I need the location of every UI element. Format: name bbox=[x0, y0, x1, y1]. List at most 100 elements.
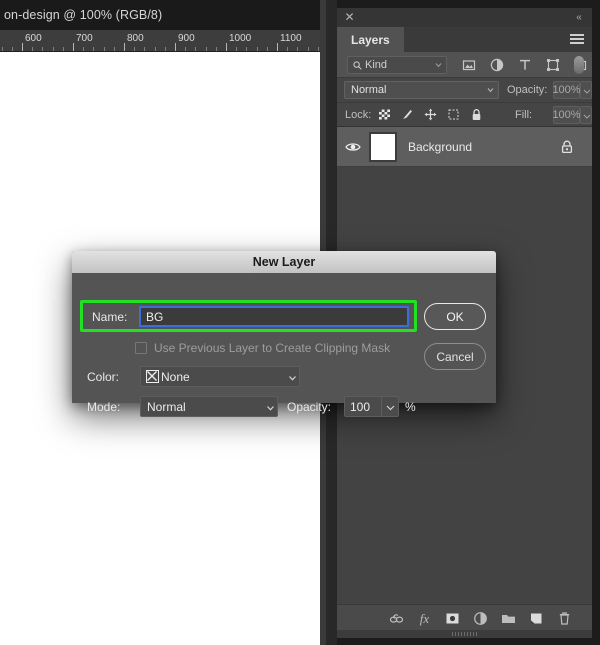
lock-artboard-icon[interactable] bbox=[446, 107, 461, 122]
panel-resize-grip[interactable] bbox=[337, 630, 592, 638]
color-dropdown[interactable]: None bbox=[140, 366, 300, 387]
blend-mode-value: Normal bbox=[351, 84, 387, 96]
lock-position-icon[interactable] bbox=[423, 107, 438, 122]
layer-name: Background bbox=[408, 139, 473, 154]
eye-icon bbox=[345, 142, 361, 151]
fill-stepper[interactable] bbox=[580, 106, 592, 124]
filter-kind-label: Kind bbox=[365, 59, 388, 71]
ruler-tick-minor bbox=[144, 47, 145, 51]
delete-layer-icon[interactable] bbox=[556, 610, 573, 627]
new-adjustment-layer-icon[interactable] bbox=[472, 610, 489, 627]
filter-kind-dropdown[interactable]: Kind bbox=[347, 56, 447, 74]
grip-dot bbox=[455, 632, 456, 636]
lock-label: Lock: bbox=[345, 109, 372, 121]
ruler-tick-minor bbox=[32, 47, 33, 51]
ruler-tick-minor bbox=[318, 47, 319, 51]
lock-image-icon[interactable] bbox=[400, 107, 415, 122]
pixel-filter-icon[interactable] bbox=[461, 57, 477, 73]
search-icon bbox=[353, 60, 362, 70]
panel-opacity-value[interactable]: 100% bbox=[552, 81, 581, 99]
ruler-tick-major bbox=[277, 43, 278, 51]
ruler-tick-minor bbox=[308, 47, 309, 51]
clipping-mask-checkbox[interactable] bbox=[135, 342, 147, 354]
ruler-tick-minor bbox=[216, 47, 217, 51]
ruler-label: 900 bbox=[178, 33, 195, 44]
grip-dot bbox=[473, 632, 474, 636]
layer-filter-row: Kind bbox=[337, 52, 592, 78]
mode-value: Normal bbox=[147, 399, 186, 414]
chevron-down-icon bbox=[435, 62, 442, 69]
panel-opacity-stepper[interactable] bbox=[580, 81, 592, 99]
collapse-panel-icon[interactable]: « bbox=[572, 11, 586, 24]
ok-button[interactable]: OK bbox=[424, 303, 486, 330]
cancel-button[interactable]: Cancel bbox=[424, 343, 486, 370]
ruler-tick-minor bbox=[236, 47, 237, 51]
ruler-tick-minor bbox=[206, 47, 207, 51]
layer-style-fx-icon[interactable]: fx bbox=[416, 610, 433, 627]
grip-dot bbox=[461, 632, 462, 636]
document-title: on-design @ 100% (RGB/8) bbox=[4, 8, 163, 22]
panel-top-bar: ✕ « bbox=[337, 8, 592, 27]
add-layer-mask-icon[interactable] bbox=[444, 610, 461, 627]
horizontal-ruler[interactable]: 600 700 800 900 1000 1100 bbox=[0, 30, 320, 52]
lock-all-icon[interactable] bbox=[469, 107, 484, 122]
dialog-opacity-label: Opacity: bbox=[287, 400, 332, 414]
dialog-title-bar: New Layer bbox=[72, 251, 496, 273]
dialog-opacity-input[interactable]: 100 bbox=[344, 396, 382, 417]
type-filter-icon[interactable] bbox=[517, 57, 533, 73]
ruler-tick-minor bbox=[195, 47, 196, 51]
mode-dropdown[interactable]: Normal bbox=[140, 396, 278, 417]
ruler-tick-major bbox=[73, 43, 74, 51]
ruler-label: 600 bbox=[25, 33, 42, 44]
ruler-tick-minor bbox=[12, 47, 13, 51]
percent-label: % bbox=[405, 400, 416, 414]
ruler-tick-minor bbox=[165, 47, 166, 51]
filter-enable-toggle[interactable] bbox=[574, 56, 584, 74]
new-layer-dialog: New Layer Name: BG Use Previous Layer to… bbox=[72, 251, 496, 417]
new-group-icon[interactable] bbox=[500, 610, 517, 627]
grip-dot bbox=[452, 632, 453, 636]
dialog-opacity-stepper[interactable] bbox=[382, 396, 399, 417]
ruler-label: 800 bbox=[127, 33, 144, 44]
clipping-mask-label: Use Previous Layer to Create Clipping Ma… bbox=[154, 341, 391, 355]
close-icon[interactable]: ✕ bbox=[343, 11, 356, 24]
ruler-tick-minor bbox=[287, 47, 288, 51]
cancel-button-label: Cancel bbox=[436, 349, 474, 364]
new-layer-icon[interactable] bbox=[528, 610, 545, 627]
clipping-mask-row[interactable]: Use Previous Layer to Create Clipping Ma… bbox=[135, 341, 390, 355]
panel-menu-icon[interactable] bbox=[570, 34, 584, 45]
grip-dot bbox=[458, 632, 459, 636]
layer-row[interactable]: Background bbox=[337, 127, 592, 167]
name-label: Name: bbox=[92, 310, 128, 324]
ruler-tick-minor bbox=[185, 47, 186, 51]
tab-layers[interactable]: Layers bbox=[337, 27, 404, 52]
ruler-tick-minor bbox=[42, 47, 43, 51]
mode-label: Mode: bbox=[87, 400, 121, 414]
fill-value[interactable]: 100% bbox=[552, 106, 581, 124]
color-value: None bbox=[161, 369, 190, 384]
no-color-icon bbox=[146, 370, 159, 383]
blend-mode-dropdown[interactable]: Normal bbox=[344, 81, 499, 99]
grip-dot bbox=[476, 632, 477, 636]
adjustment-filter-icon[interactable] bbox=[489, 57, 505, 73]
grip-dot bbox=[467, 632, 468, 636]
ruler-tick-minor bbox=[267, 47, 268, 51]
ruler-tick-minor bbox=[155, 47, 156, 51]
layer-visibility-toggle[interactable] bbox=[337, 127, 369, 167]
ruler-tick-major bbox=[226, 43, 227, 51]
layer-name-input[interactable]: BG bbox=[139, 306, 409, 327]
ruler-tick-major bbox=[124, 43, 125, 51]
ruler-tick-minor bbox=[246, 47, 247, 51]
lock-transparency-icon[interactable] bbox=[377, 107, 392, 122]
tab-layers-label: Layers bbox=[351, 32, 390, 47]
link-layers-icon[interactable] bbox=[388, 610, 405, 627]
panel-tab-row: Layers bbox=[337, 27, 592, 52]
ruler-tick-minor bbox=[297, 47, 298, 51]
ruler-tick-minor bbox=[53, 47, 54, 51]
shape-filter-icon[interactable] bbox=[545, 57, 561, 73]
layer-thumbnail[interactable] bbox=[369, 131, 397, 162]
ruler-tick-minor bbox=[257, 47, 258, 51]
grip-dot bbox=[464, 632, 465, 636]
color-label: Color: bbox=[87, 370, 120, 384]
ruler-label: 700 bbox=[76, 33, 93, 44]
